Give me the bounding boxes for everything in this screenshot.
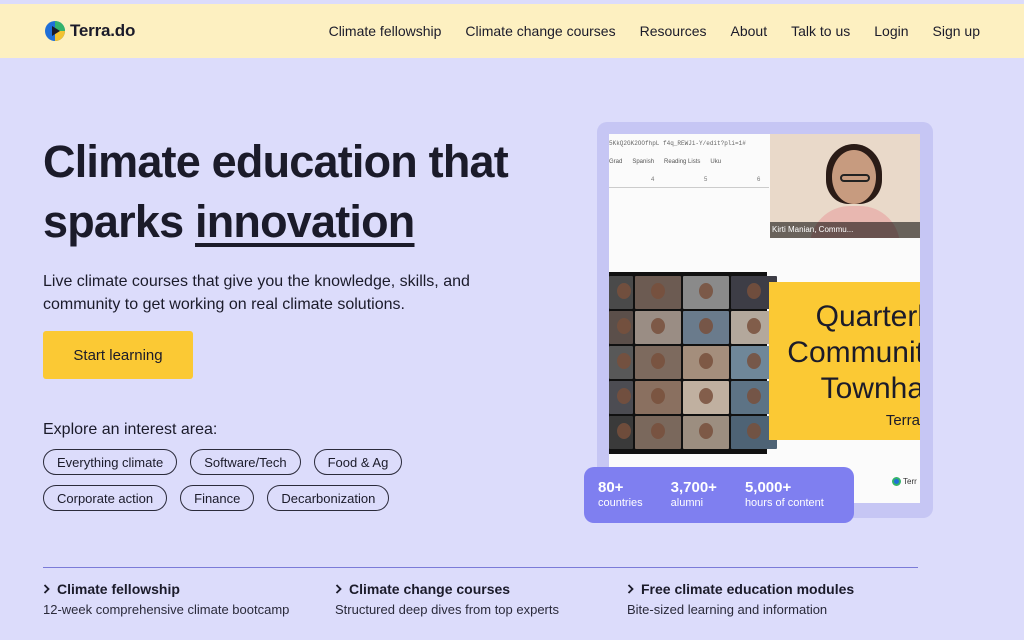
slide-logo: Terr <box>892 477 917 486</box>
chevron-right-icon <box>627 584 634 594</box>
chip-row-2: Corporate action Finance Decarbonization <box>43 485 483 511</box>
program-climate-fellowship[interactable]: Climate fellowship 12-week comprehensive… <box>43 581 335 617</box>
chip-food-ag[interactable]: Food & Ag <box>313 449 403 475</box>
participant-tile <box>635 416 681 449</box>
hero-subtitle: Live climate courses that give you the k… <box>43 273 470 313</box>
participant-tile <box>635 276 681 309</box>
stat-value: 5,000+ <box>744 479 792 496</box>
hero-title: Climate education that sparks innovation <box>43 132 583 252</box>
program-title[interactable]: Climate fellowship <box>43 581 335 597</box>
stat-label: hours of content <box>744 497 824 509</box>
nav-climate-change-courses[interactable]: Climate change courses <box>465 23 615 39</box>
participant-tile <box>609 311 633 344</box>
nav-climate-fellowship[interactable]: Climate fellowship <box>329 23 442 39</box>
program-free-modules[interactable]: Free climate education modules Bite-size… <box>627 581 919 617</box>
participant-tile <box>609 381 633 414</box>
hero-title-emphasis: innovation <box>195 196 415 247</box>
chip-finance[interactable]: Finance <box>180 485 255 511</box>
chip-corporate-action[interactable]: Corporate action <box>43 485 168 511</box>
stat-label: alumni <box>670 497 704 509</box>
program-desc: 12-week comprehensive climate bootcamp <box>43 602 290 617</box>
townhall-line-2: Communit <box>787 336 920 369</box>
hero-title-line1: Climate education that <box>43 136 509 187</box>
stat-countries: 80+ countries <box>598 479 643 523</box>
doc-ruler: 4 5 6 <box>609 174 769 188</box>
stat-label: countries <box>598 497 643 509</box>
speaker-glasses <box>840 174 870 182</box>
ruler-mark: 4 <box>651 177 655 183</box>
doc-tab: Spanish <box>632 159 655 165</box>
participant-tile <box>683 381 729 414</box>
program-title[interactable]: Climate change courses <box>335 581 627 597</box>
program-climate-courses[interactable]: Climate change courses Structured deep d… <box>335 581 627 617</box>
stats-badge: 80+ countries 3,700+ alumni 5,000+ hours… <box>584 467 854 523</box>
townhall-line-1: Quarterl <box>815 300 920 333</box>
participant-tile <box>635 381 681 414</box>
brand-logo[interactable]: Terra.do <box>44 20 135 42</box>
speaker-caption: Kirti Manian, Commu... <box>770 222 920 238</box>
stat-value: 3,700+ <box>670 479 717 496</box>
program-title-text: Climate fellowship <box>57 581 180 597</box>
nav-sign-up[interactable]: Sign up <box>933 23 980 39</box>
chip-decarbonization[interactable]: Decarbonization <box>267 485 390 511</box>
doc-tab: Reading Lists <box>664 159 701 165</box>
participant-tile <box>609 416 633 449</box>
nav-login[interactable]: Login <box>874 23 908 39</box>
townhall-line-3: Townha <box>820 372 920 405</box>
participant-tile <box>609 346 633 379</box>
nav-talk-to-us[interactable]: Talk to us <box>791 23 850 39</box>
ruler-mark: 5 <box>704 177 708 183</box>
program-title[interactable]: Free climate education modules <box>627 581 919 597</box>
townhall-slide: Quarterl Communit Townha Terra <box>769 282 920 440</box>
brand-name: Terra.do <box>70 21 136 40</box>
doc-bookmarks: Grad Spanish Reading Lists Uku <box>609 159 721 165</box>
participant-tile <box>683 346 729 379</box>
participant-tile <box>635 346 681 379</box>
program-desc: Bite-sized learning and information <box>627 602 828 617</box>
doc-tab: Grad <box>609 159 623 165</box>
nav-about[interactable]: About <box>731 23 768 39</box>
terra-mini-logo-icon <box>892 477 901 486</box>
townhall-brand: Terra <box>885 412 920 429</box>
stat-hours: 5,000+ hours of content <box>745 479 824 523</box>
participant-tile <box>609 276 633 309</box>
participant-tile <box>683 416 729 449</box>
participant-tile <box>683 276 729 309</box>
slide-logo-text: Terr <box>903 477 917 486</box>
ruler-mark: 6 <box>757 177 761 183</box>
speaker-video: Kirti Manian, Commu... <box>770 134 920 238</box>
program-title-text: Free climate education modules <box>641 581 855 597</box>
doc-tab: Uku <box>710 159 722 165</box>
main-nav: Climate fellowship Climate change course… <box>329 23 980 39</box>
doc-url: 5KkQ2GK2OOfhpL f4q_REWJi-Y/edit?pli=1# <box>609 140 746 147</box>
program-links: Climate fellowship 12-week comprehensive… <box>43 581 919 617</box>
stat-alumni: 3,700+ alumni <box>671 479 717 523</box>
chip-row-1: Everything climate Software/Tech Food & … <box>43 449 483 475</box>
chevron-right-icon <box>43 584 50 594</box>
terra-logo-icon <box>45 21 65 41</box>
chip-software-tech[interactable]: Software/Tech <box>190 449 301 475</box>
program-title-text: Climate change courses <box>349 581 511 597</box>
stat-value: 80+ <box>598 479 624 496</box>
townhall-screenshot: 5KkQ2GK2OOfhpL f4q_REWJi-Y/edit?pli=1# G… <box>609 134 920 503</box>
participant-tile <box>683 311 729 344</box>
chevron-right-icon <box>335 584 342 594</box>
start-learning-button[interactable]: Start learning <box>43 331 193 379</box>
program-desc: Structured deep dives from top experts <box>335 602 560 617</box>
interest-heading: Explore an interest area: <box>43 421 218 438</box>
nav-resources[interactable]: Resources <box>640 23 707 39</box>
chip-everything-climate[interactable]: Everything climate <box>43 449 178 475</box>
section-divider <box>43 567 918 568</box>
site-header: Terra.do Climate fellowship Climate chan… <box>0 4 1024 58</box>
participant-gallery <box>609 272 777 454</box>
interest-chips: Everything climate Software/Tech Food & … <box>43 449 483 521</box>
participant-tile <box>635 311 681 344</box>
hero-title-prefix: sparks <box>43 196 196 247</box>
